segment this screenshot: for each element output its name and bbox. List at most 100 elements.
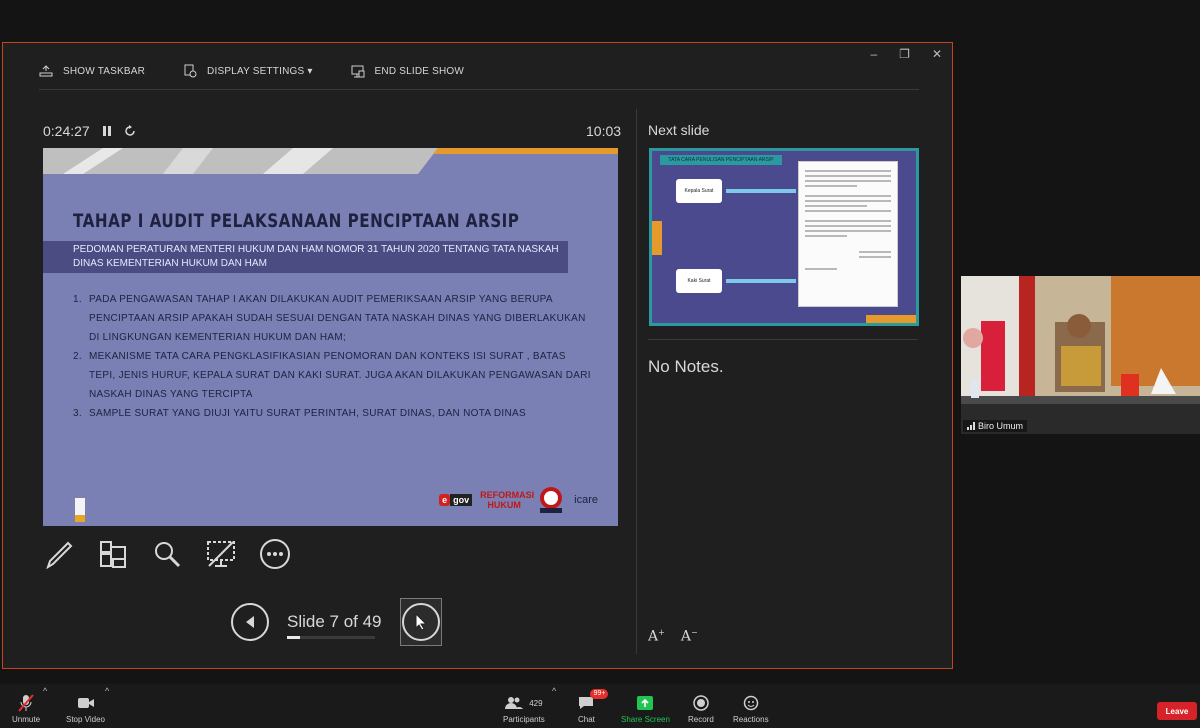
black-screen-button[interactable] bbox=[205, 538, 237, 570]
speaker-notes: No Notes. bbox=[648, 357, 724, 376]
previous-slide-button[interactable] bbox=[231, 603, 269, 641]
next-slide-header: TATA CARA PENULISAN PENCIPTAAN ARSIP bbox=[660, 155, 782, 165]
slide-banner-decoration bbox=[43, 148, 618, 174]
list-item-number: 1. bbox=[73, 294, 82, 305]
participant-name: Biro Umum bbox=[978, 421, 1024, 431]
magnifier-icon bbox=[155, 542, 181, 568]
egov-logo: e gov bbox=[439, 494, 473, 506]
next-slide-accent bbox=[866, 315, 916, 323]
participants-icon bbox=[505, 697, 524, 709]
show-taskbar-button[interactable]: SHOW TASKBAR bbox=[39, 65, 145, 77]
close-button[interactable]: ✕ bbox=[932, 47, 942, 61]
next-slide-thumbnail[interactable]: TATA CARA PENULISAN PENCIPTAAN ARSIP Kep… bbox=[649, 148, 919, 326]
more-options-button[interactable] bbox=[259, 538, 291, 570]
zoom-meeting-controls: Unmute ^ Stop Video ^ 429 Participants ^… bbox=[0, 684, 1200, 728]
participants-count: 429 bbox=[529, 698, 543, 708]
slide-logos: e gov REFORMASI HUKUM icare bbox=[439, 486, 598, 514]
list-item-text: PADA PENGAWASAN TAHAP I AKAN DILAKUKAN A… bbox=[89, 294, 586, 343]
presenter-view-window: SHOW TASKBAR DISPLAY SETTINGS ▾ END SLID… bbox=[2, 42, 953, 669]
slide-progress-fill bbox=[287, 636, 300, 639]
previous-arrow-icon bbox=[246, 616, 254, 628]
list-item: 2. MEKANISME TATA CARA PENGKLASIFIKASIAN … bbox=[73, 347, 593, 404]
taskbar-icon bbox=[39, 65, 53, 77]
show-taskbar-label: SHOW TASKBAR bbox=[63, 65, 146, 77]
toolbar-divider bbox=[39, 89, 919, 90]
zoom-slide-button[interactable] bbox=[151, 538, 183, 570]
video-scene bbox=[961, 276, 1200, 434]
egov-logo-gov: gov bbox=[450, 494, 473, 506]
increase-font-letter: A bbox=[648, 628, 659, 645]
list-item-text: MEKANISME TATA CARA PENGKLASIFIKASIAN PE… bbox=[89, 351, 591, 400]
chat-label: Chat bbox=[578, 715, 595, 724]
icare-logo: icare bbox=[574, 494, 598, 506]
reactions-button[interactable]: Reactions bbox=[733, 694, 769, 724]
unmute-button[interactable]: Unmute bbox=[12, 694, 40, 724]
display-settings-button[interactable]: DISPLAY SETTINGS ▾ bbox=[183, 64, 313, 78]
restore-button[interactable]: ❐ bbox=[899, 47, 910, 61]
participants-options-caret[interactable]: ^ bbox=[552, 686, 556, 696]
record-button[interactable]: Record bbox=[688, 694, 714, 724]
slide-subtitle: PEDOMAN PERATURAN MENTERI HUKUM DAN HAM … bbox=[43, 241, 568, 273]
reformasi-hukum-logo: REFORMASI HUKUM bbox=[480, 490, 535, 510]
decrease-font-button[interactable]: A− bbox=[681, 628, 698, 645]
chat-button[interactable]: 99+ Chat bbox=[578, 689, 609, 724]
grid-slides-icon bbox=[100, 541, 126, 568]
next-slide-button[interactable] bbox=[401, 603, 440, 641]
restart-timer-icon[interactable] bbox=[124, 125, 136, 137]
pen-tool-button[interactable] bbox=[43, 538, 75, 570]
slide-progress-bar bbox=[287, 636, 375, 639]
list-item-number: 2. bbox=[73, 351, 82, 362]
list-item: 1. PADA PENGAWASAN TAHAP I AKAN DILAKUKAN… bbox=[73, 290, 593, 347]
unmute-label: Unmute bbox=[12, 715, 41, 724]
participant-name-tag: Biro Umum bbox=[963, 420, 1028, 432]
participants-button[interactable]: 429 Participants bbox=[503, 694, 545, 724]
share-screen-button[interactable]: Share Screen bbox=[621, 694, 670, 724]
minimize-button[interactable]: – bbox=[870, 47, 877, 61]
slide-counter: Slide 7 of 49 bbox=[287, 612, 382, 639]
current-slide[interactable]: TAHAP I AUDIT PELAKSANAAN PENCIPTAAN ARS… bbox=[43, 148, 618, 526]
pause-icon[interactable] bbox=[102, 125, 112, 137]
end-slide-show-button[interactable]: END SLIDE SHOW bbox=[351, 64, 464, 78]
end-slide-show-icon bbox=[351, 65, 365, 78]
share-screen-icon bbox=[637, 696, 654, 710]
next-slide-accent bbox=[652, 221, 662, 255]
egov-logo-e: e bbox=[439, 494, 451, 506]
see-all-slides-button[interactable] bbox=[97, 538, 129, 570]
audio-options-caret[interactable]: ^ bbox=[43, 686, 47, 696]
reactions-label: Reactions bbox=[733, 715, 769, 724]
video-options-caret[interactable]: ^ bbox=[105, 686, 109, 696]
more-options-icon bbox=[260, 539, 290, 569]
slide-bullet-list: 1. PADA PENGAWASAN TAHAP I AKAN DILAKUKAN… bbox=[73, 290, 593, 423]
list-item-text: SAMPLE SURAT YANG DIUJI YAITU SURAT PERI… bbox=[89, 408, 526, 419]
screen-toggle-icon bbox=[207, 541, 235, 567]
ministry-emblem-icon bbox=[540, 487, 563, 513]
pen-icon bbox=[46, 541, 73, 569]
decrease-font-letter: A bbox=[680, 628, 691, 645]
slide-corner-marker bbox=[75, 498, 85, 522]
window-controls: – ❐ ✕ bbox=[870, 47, 942, 61]
next-slide-button-frame[interactable] bbox=[399, 598, 442, 646]
display-settings-label: DISPLAY SETTINGS ▾ bbox=[207, 65, 313, 77]
chat-unread-badge: 99+ bbox=[590, 689, 609, 699]
stop-video-button[interactable]: Stop Video bbox=[66, 694, 105, 724]
presenter-toolbar: SHOW TASKBAR DISPLAY SETTINGS ▾ END SLID… bbox=[39, 62, 502, 80]
video-camera-icon bbox=[77, 698, 94, 708]
increase-font-button[interactable]: A+ bbox=[648, 628, 665, 645]
participants-label: Participants bbox=[503, 715, 545, 724]
leave-meeting-button[interactable]: Leave bbox=[1157, 702, 1197, 720]
notes-font-size-controls: A+ A− bbox=[648, 628, 698, 645]
record-label: Record bbox=[688, 715, 714, 724]
next-slide-box-kaki: Kaki Surat bbox=[676, 269, 722, 293]
list-item-number: 3. bbox=[73, 408, 82, 419]
zoom-window: SHOW TASKBAR DISPLAY SETTINGS ▾ END SLID… bbox=[0, 0, 1200, 728]
participant-video[interactable]: Biro Umum bbox=[961, 276, 1200, 434]
display-settings-icon bbox=[184, 64, 197, 78]
cursor-arrow-icon bbox=[415, 613, 427, 631]
next-slide-box-kepala: Kepala Surat bbox=[676, 179, 722, 203]
list-item: 3. SAMPLE SURAT YANG DIUJI YAITU SURAT PE… bbox=[73, 404, 593, 423]
stop-video-label: Stop Video bbox=[66, 715, 105, 724]
reactions-icon bbox=[743, 695, 759, 711]
next-slide-label: Next slide bbox=[648, 122, 710, 138]
muted-mic-icon bbox=[18, 694, 34, 712]
elapsed-time: 0:24:27 bbox=[43, 123, 90, 139]
